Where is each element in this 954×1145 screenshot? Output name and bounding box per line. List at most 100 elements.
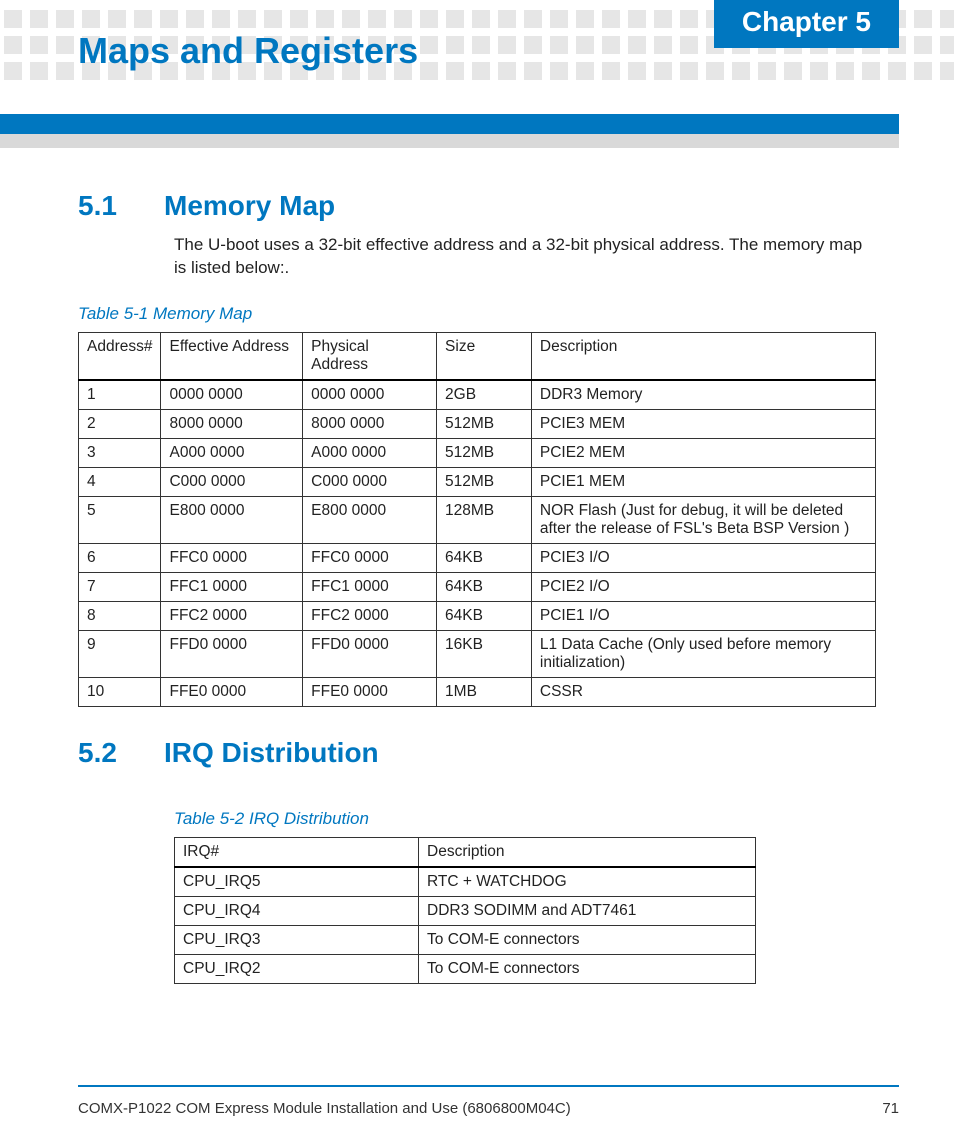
table-cell: PCIE2 MEM [531, 438, 875, 467]
table-cell: 8000 0000 [303, 409, 437, 438]
table-cell: 128MB [437, 496, 532, 543]
table-cell: 7 [79, 572, 161, 601]
table-cell: CPU_IRQ2 [175, 954, 419, 983]
table-cell: To COM-E connectors [419, 925, 756, 954]
section-heading-5-2: 5.2 IRQ Distribution [78, 737, 876, 769]
table-cell: CSSR [531, 677, 875, 706]
table-cell: DDR3 SODIMM and ADT7461 [419, 896, 756, 925]
section-number: 5.2 [78, 737, 126, 769]
table-cell: 1MB [437, 677, 532, 706]
table-cell: 8000 0000 [161, 409, 303, 438]
table-row: CPU_IRQ4DDR3 SODIMM and ADT7461 [175, 896, 756, 925]
section-title: IRQ Distribution [164, 737, 379, 769]
table-cell: 64KB [437, 601, 532, 630]
table-cell: FFE0 0000 [161, 677, 303, 706]
table-cell: FFC0 0000 [161, 543, 303, 572]
table-row: 28000 00008000 0000512MBPCIE3 MEM [79, 409, 876, 438]
section-number: 5.1 [78, 190, 126, 222]
table-row: CPU_IRQ5RTC + WATCHDOG [175, 867, 756, 897]
table-cell: FFE0 0000 [303, 677, 437, 706]
footer-doc-title: COMX-P1022 COM Express Module Installati… [78, 1100, 571, 1117]
chapter-title: Maps and Registers [78, 30, 418, 72]
table-5-2-caption: Table 5-2 IRQ Distribution [174, 809, 756, 829]
table-cell: 16KB [437, 630, 532, 677]
table-cell: 512MB [437, 438, 532, 467]
col-header: Size [437, 332, 532, 380]
table-row: 7FFC1 0000FFC1 000064KBPCIE2 I/O [79, 572, 876, 601]
table-cell: PCIE3 I/O [531, 543, 875, 572]
table-row: CPU_IRQ2To COM-E connectors [175, 954, 756, 983]
table-cell: 0000 0000 [303, 380, 437, 410]
table-cell: CPU_IRQ3 [175, 925, 419, 954]
page-footer: COMX-P1022 COM Express Module Installati… [78, 1100, 899, 1117]
table-cell: FFD0 0000 [161, 630, 303, 677]
table-row: 10000 0000 0000 00002GBDDR3 Memory [79, 380, 876, 410]
table-cell: 8 [79, 601, 161, 630]
table-cell: A000 0000 [303, 438, 437, 467]
footer-page-number: 71 [882, 1100, 899, 1117]
irq-distribution-table: IRQ# Description CPU_IRQ5RTC + WATCHDOGC… [174, 837, 756, 984]
col-header: Description [531, 332, 875, 380]
table-cell: CPU_IRQ4 [175, 896, 419, 925]
header-blue-bar [0, 114, 899, 134]
table-cell: To COM-E connectors [419, 954, 756, 983]
table-cell: PCIE1 I/O [531, 601, 875, 630]
table-header-row: IRQ# Description [175, 837, 756, 867]
table-cell: PCIE2 I/O [531, 572, 875, 601]
table-row: 10FFE0 0000FFE0 00001MBCSSR [79, 677, 876, 706]
footer-rule [78, 1085, 899, 1087]
table-cell: 512MB [437, 409, 532, 438]
table-cell: 2GB [437, 380, 532, 410]
chapter-badge: Chapter 5 [714, 0, 899, 48]
table-cell: C000 0000 [303, 467, 437, 496]
table-row: 3A000 0000A000 0000512MBPCIE2 MEM [79, 438, 876, 467]
table-cell: FFC0 0000 [303, 543, 437, 572]
table-cell: 0000 0000 [161, 380, 303, 410]
table-row: 5E800 0000E800 0000128MBNOR Flash (Just … [79, 496, 876, 543]
col-header: Description [419, 837, 756, 867]
table-cell: 4 [79, 467, 161, 496]
table-cell: 6 [79, 543, 161, 572]
table-cell: RTC + WATCHDOG [419, 867, 756, 897]
col-header: IRQ# [175, 837, 419, 867]
table-cell: FFC1 0000 [161, 572, 303, 601]
table-row: 8FFC2 0000FFC2 000064KBPCIE1 I/O [79, 601, 876, 630]
table-cell: FFC2 0000 [303, 601, 437, 630]
table-cell: L1 Data Cache (Only used before memory i… [531, 630, 875, 677]
table-cell: 5 [79, 496, 161, 543]
table-cell: 9 [79, 630, 161, 677]
section-title: Memory Map [164, 190, 335, 222]
table-cell: 64KB [437, 572, 532, 601]
table-cell: CPU_IRQ5 [175, 867, 419, 897]
table-cell: A000 0000 [161, 438, 303, 467]
table-row: 6FFC0 0000FFC0 000064KBPCIE3 I/O [79, 543, 876, 572]
section1-body: The U-boot uses a 32-bit effective addre… [174, 234, 876, 280]
table-cell: 64KB [437, 543, 532, 572]
table-cell: FFC2 0000 [161, 601, 303, 630]
table-row: 4C000 0000C000 0000512MBPCIE1 MEM [79, 467, 876, 496]
table-cell: PCIE3 MEM [531, 409, 875, 438]
table-cell: 2 [79, 409, 161, 438]
header-gray-bar [0, 134, 899, 148]
section-heading-5-1: 5.1 Memory Map [78, 190, 876, 222]
table-header-row: Address# Effective Address Physical Addr… [79, 332, 876, 380]
table-cell: 10 [79, 677, 161, 706]
col-header: Effective Address [161, 332, 303, 380]
table-cell: FFD0 0000 [303, 630, 437, 677]
table-cell: PCIE1 MEM [531, 467, 875, 496]
table-cell: C000 0000 [161, 467, 303, 496]
table-cell: E800 0000 [161, 496, 303, 543]
table-cell: FFC1 0000 [303, 572, 437, 601]
table-cell: 1 [79, 380, 161, 410]
memory-map-table: Address# Effective Address Physical Addr… [78, 332, 876, 707]
page: Chapter 5 Maps and Registers 5.1 Memory … [0, 0, 954, 1145]
table-row: CPU_IRQ3To COM-E connectors [175, 925, 756, 954]
table-cell: 3 [79, 438, 161, 467]
table-cell: E800 0000 [303, 496, 437, 543]
table-cell: 512MB [437, 467, 532, 496]
table-row: 9FFD0 0000FFD0 000016KBL1 Data Cache (On… [79, 630, 876, 677]
table-5-1-caption: Table 5-1 Memory Map [78, 304, 876, 324]
table-cell: DDR3 Memory [531, 380, 875, 410]
col-header: Physical Address [303, 332, 437, 380]
table-cell: NOR Flash (Just for debug, it will be de… [531, 496, 875, 543]
